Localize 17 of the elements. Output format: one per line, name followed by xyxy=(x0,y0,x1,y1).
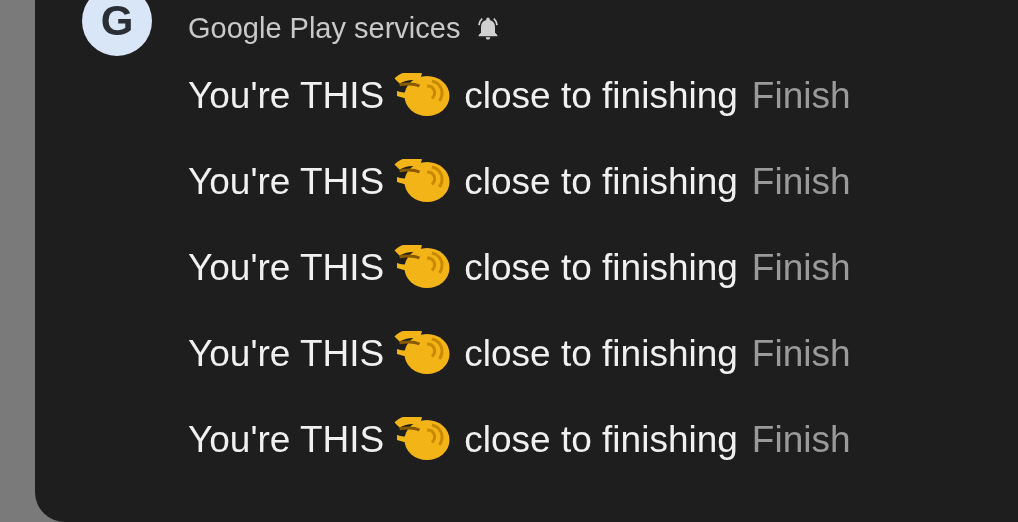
message-title: close to finishing xyxy=(464,161,738,203)
message-title: close to finishing xyxy=(464,333,738,375)
app-avatar: G xyxy=(82,0,152,56)
message-title: You're THIS xyxy=(188,419,385,461)
message-title: You're THIS xyxy=(188,161,385,203)
message-title: You're THIS xyxy=(188,333,385,375)
message-text: Finish xyxy=(751,333,851,375)
message-text: Finish xyxy=(751,247,851,289)
message-text: Finish xyxy=(751,75,851,117)
message-title: You're THIS xyxy=(188,75,385,117)
app-name: Google Play services xyxy=(188,11,461,45)
message-title: close to finishing xyxy=(464,247,738,289)
message-text: Finish xyxy=(751,161,851,203)
message-text: Finish xyxy=(751,419,851,461)
message-title: You're THIS xyxy=(188,247,385,289)
message-title: close to finishing xyxy=(464,75,738,117)
message-title: close to finishing xyxy=(464,419,738,461)
